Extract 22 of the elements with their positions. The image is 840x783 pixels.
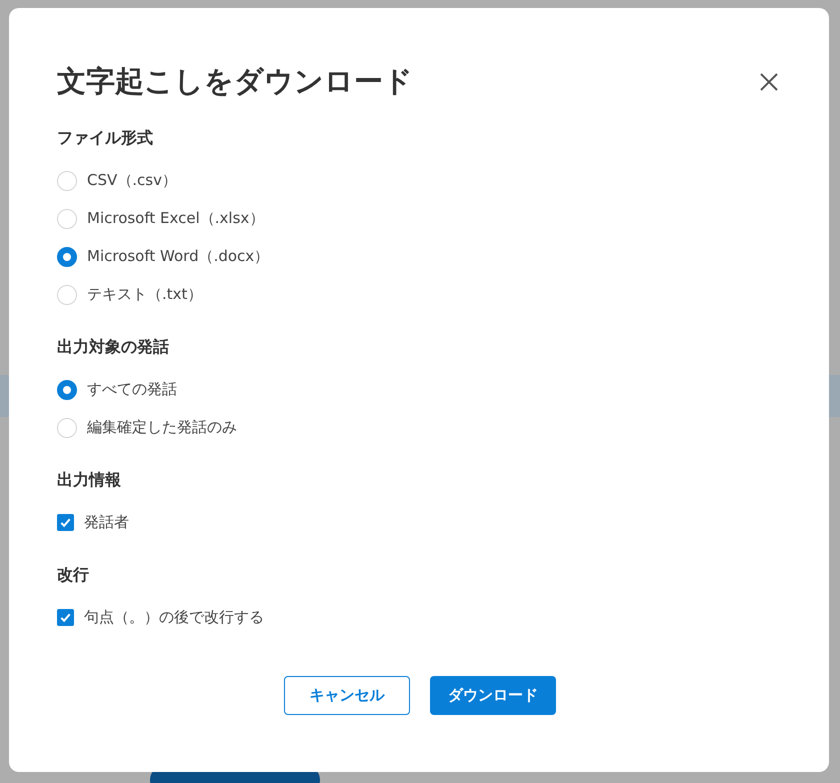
checkbox[interactable] xyxy=(57,514,74,531)
option-label: 句点（。）の後で改行する xyxy=(84,607,264,628)
dialog-title: 文字起こしをダウンロード xyxy=(57,63,413,100)
check-icon xyxy=(59,611,72,624)
download-button[interactable]: ダウンロード xyxy=(430,676,556,714)
check-icon xyxy=(59,516,72,529)
radio-button[interactable] xyxy=(57,246,77,266)
radio-button[interactable] xyxy=(57,380,77,400)
checkbox[interactable] xyxy=(57,609,74,626)
option-label: 発話者 xyxy=(84,512,129,534)
option-label: すべての発話 xyxy=(87,379,177,400)
section-heading: ファイル形式 xyxy=(57,126,154,148)
cancel-button[interactable]: キャンセル xyxy=(284,676,410,714)
section-heading: 出力対象の発話 xyxy=(57,336,170,358)
section-heading: 改行 xyxy=(57,564,90,586)
option-label: テキスト（.txt） xyxy=(87,284,202,306)
close-icon[interactable] xyxy=(758,70,780,93)
section-heading: 出力情報 xyxy=(57,468,122,490)
option-label: Microsoft Word（.docx） xyxy=(87,246,270,268)
option-label: CSV（.csv） xyxy=(87,170,177,192)
option-label: 編集確定した発話のみ xyxy=(87,417,237,438)
option-label: Microsoft Excel（.xlsx） xyxy=(87,208,264,230)
